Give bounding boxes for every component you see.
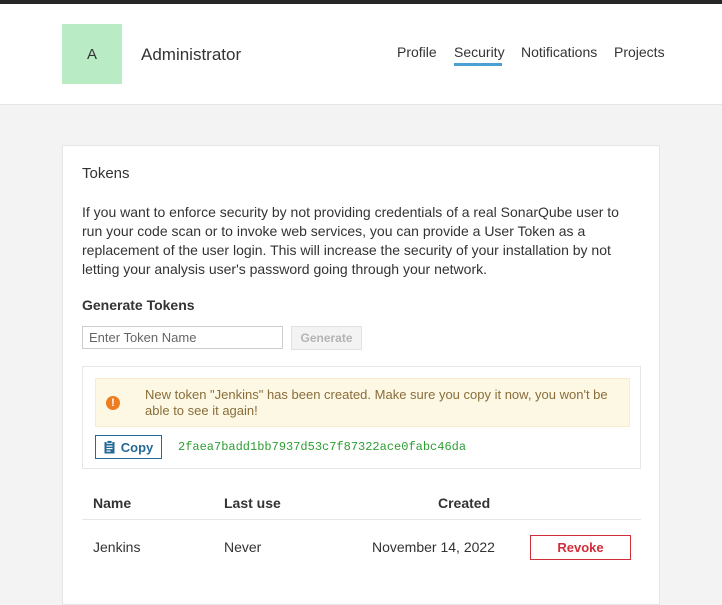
tab-notifications[interactable]: Notifications	[521, 44, 597, 60]
tokens-description: If you want to enforce security by not p…	[82, 204, 619, 277]
last-use-cell: Never	[224, 539, 262, 555]
page-title: Tokens	[82, 165, 130, 182]
copy-button[interactable]: Copy	[95, 435, 162, 459]
avatar-letter: A	[86, 45, 97, 63]
new-token-panel: ! New token "Jenkins" has been created. …	[82, 366, 641, 469]
tab-security[interactable]: Security	[454, 44, 505, 60]
column-header-created: Created	[438, 495, 491, 511]
table-divider	[82, 519, 641, 520]
tokens-card: Tokens If you want to enforce security b…	[62, 145, 660, 605]
generate-tokens-heading: Generate Tokens	[82, 297, 195, 313]
tab-projects[interactable]: Projects	[614, 44, 665, 60]
exclamation-icon: !	[106, 396, 120, 410]
tab-profile[interactable]: Profile	[397, 44, 437, 60]
username: Administrator	[141, 45, 242, 64]
token-name-cell: Jenkins	[93, 539, 141, 555]
avatar: A	[62, 24, 122, 84]
token-value: 2faea7badd1bb7937d53c7f87322ace0fabc46da	[178, 440, 467, 454]
alert-message: New token "Jenkins" has been created. Ma…	[145, 387, 608, 418]
generate-button[interactable]: Generate	[291, 326, 362, 350]
copy-label: Copy	[120, 439, 154, 455]
column-header-name: Name	[93, 495, 132, 511]
active-tab-indicator	[454, 63, 502, 66]
warning-alert: ! New token "Jenkins" has been created. …	[95, 378, 630, 427]
created-cell: November 14, 2022	[372, 539, 495, 555]
account-header: A Administrator Profile Security Notific…	[0, 4, 722, 105]
token-name-input[interactable]	[82, 326, 283, 349]
revoke-button[interactable]: Revoke	[530, 535, 631, 560]
clipboard-icon	[104, 440, 115, 454]
column-header-last-use: Last use	[224, 495, 281, 511]
